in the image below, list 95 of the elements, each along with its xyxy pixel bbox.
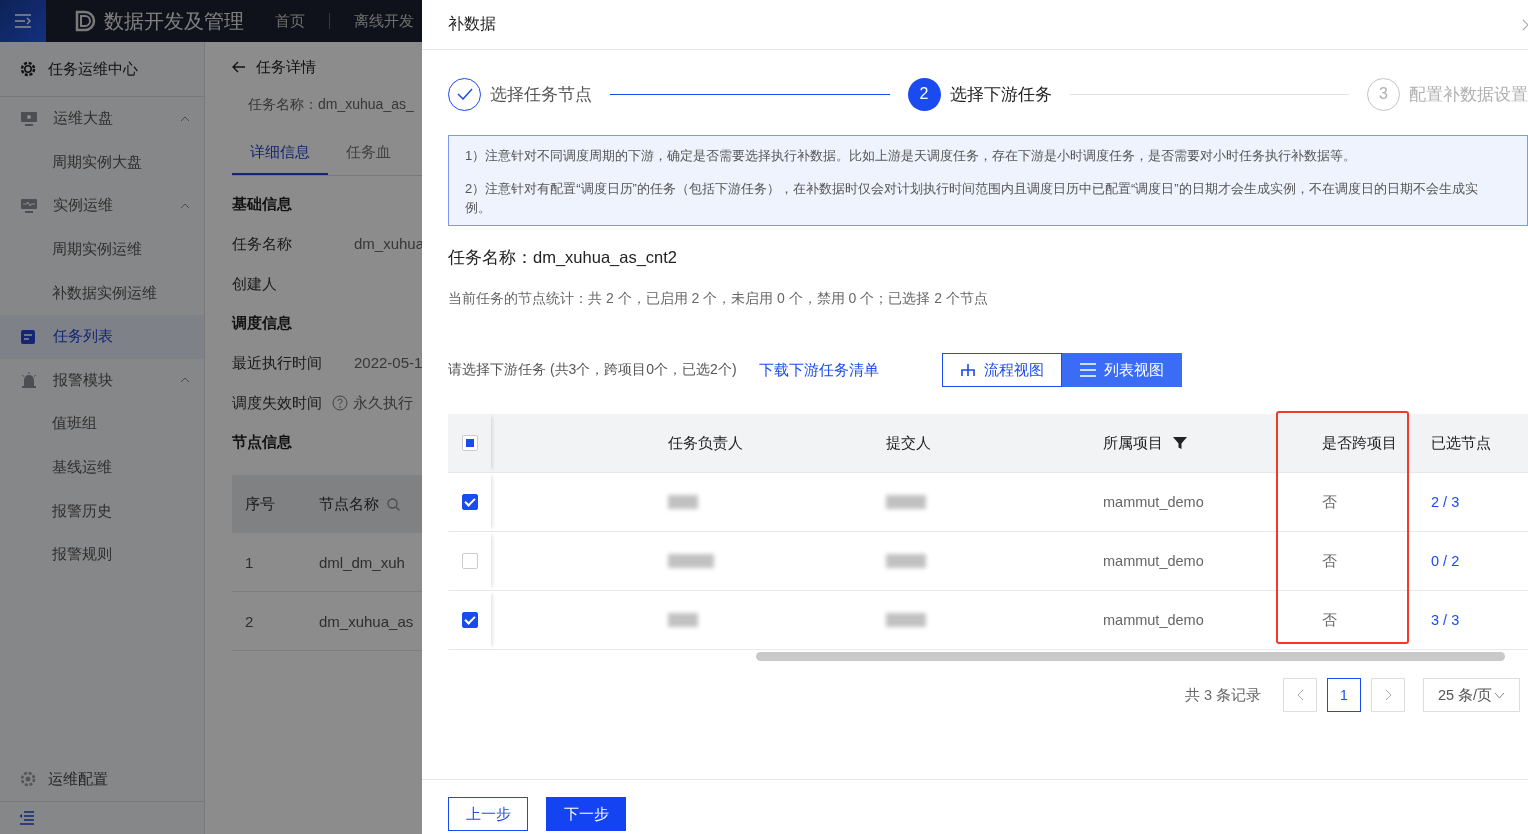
- sidebar-item[interactable]: 补数据实例运维: [0, 271, 204, 315]
- back-arrow-icon: [232, 61, 246, 73]
- table-cell-text: 1: [244, 553, 255, 571]
- drawer-title: 补数据: [448, 14, 496, 34]
- download-link[interactable]: 下载下游任务清单: [758, 360, 879, 380]
- column-header: 提交人: [886, 433, 931, 453]
- hierarchy-icon: [959, 363, 976, 377]
- page-size-select[interactable]: 25 条/页: [1423, 678, 1520, 712]
- table-cell-text: 2: [244, 612, 255, 630]
- table-cell-text: 否: [1322, 492, 1338, 512]
- field-label: 创建人: [232, 274, 278, 294]
- task-name: 任务名称：dm_xuhua_as_: [248, 95, 414, 114]
- monitor-icon: [20, 110, 38, 127]
- table-cell-text: 否: [1322, 610, 1338, 630]
- blurred-name: [668, 554, 714, 568]
- table-cell: dml_dm_xuh: [319, 553, 405, 571]
- sidebar-item[interactable]: 周期实例运维: [0, 227, 204, 272]
- tab[interactable]: 详细信息: [232, 143, 328, 175]
- blurred-name: [668, 613, 698, 627]
- page-title: 任务详情: [256, 57, 316, 77]
- scrollbar-thumb[interactable]: [756, 652, 1505, 661]
- checkbox[interactable]: [461, 612, 478, 628]
- section-title: 基础信息: [232, 194, 292, 214]
- blurred-name: [668, 495, 698, 509]
- next-button[interactable]: 下一步: [546, 797, 626, 831]
- table-cell-text: 否: [1322, 551, 1338, 571]
- check-icon: [456, 88, 473, 100]
- sidebar-item[interactable]: 报警模块: [0, 358, 204, 403]
- column-header: 任务负责人: [668, 433, 743, 453]
- chevron-right-icon: [1384, 689, 1392, 701]
- section-title: 节点信息: [232, 432, 292, 452]
- notice-text: 2）注意针对有配置“调度日历”的任务（包括下游任务），在补数据时仅会对计划执行时间范围内且调度日历中已配置“调度日”的日期才会生成实例，不在调度日的日期不会生成实例。: [465, 180, 1479, 217]
- collapse-icon: [19, 811, 35, 825]
- field-value: 永久执行: [353, 394, 413, 413]
- chevron-down-icon: [1494, 691, 1506, 699]
- sidebar-item[interactable]: 运维配置: [48, 769, 108, 789]
- sidebar-item[interactable]: 周期实例大盘: [0, 140, 204, 185]
- table-cell: dm_xuhua_as: [319, 612, 414, 630]
- notice-text: 1）注意针对不同调度周期的下游，确定是否需要选择执行补数据。比如上游是天调度任务，存在下游是小时调度任务，是否需要对小时任务执行补数据等。: [465, 147, 1358, 165]
- node-stats: 当前任务的节点统计：共 2 个，已启用 2 个，未启用 0 个，禁用 0 个；已选择 2 个节点: [448, 289, 989, 308]
- sidebar-item[interactable]: 报警规则: [0, 532, 204, 577]
- field-value: dm_xuhua: [354, 234, 425, 254]
- sidebar-item[interactable]: 实例运维: [0, 184, 204, 228]
- list-icon: [1079, 363, 1096, 377]
- nav-link[interactable]: 首页: [251, 11, 305, 31]
- step-label: 选择任务节点: [490, 83, 592, 106]
- menu-button[interactable]: [0, 0, 46, 42]
- section-title: 调度信息: [232, 313, 292, 333]
- chevron-left-icon: [1296, 689, 1304, 701]
- blurred-name: [886, 554, 926, 568]
- blurred-name: [886, 613, 926, 627]
- sidebar-header: 任务运维中心: [48, 59, 138, 79]
- column-header: 已选节点: [1431, 433, 1491, 453]
- logo-icon: [74, 9, 98, 33]
- menu-icon: [14, 13, 32, 29]
- record-count: 共 3 条记录: [1184, 685, 1261, 705]
- view-toggle[interactable]: 列表视图: [1061, 353, 1182, 387]
- nav-link[interactable]: 离线开发: [330, 11, 414, 31]
- column-header: 是否跨项目: [1322, 433, 1397, 453]
- selected-nodes-link[interactable]: 3 / 3: [1431, 612, 1528, 628]
- view-toggle[interactable]: 流程视图: [941, 353, 1062, 387]
- gear-icon: [20, 61, 36, 77]
- task-list-icon: [20, 328, 36, 345]
- sidebar-item[interactable]: 报警历史: [0, 489, 204, 533]
- pulse-icon: [20, 198, 38, 214]
- app-title: 数据开发及管理: [104, 8, 244, 34]
- selected-nodes-link[interactable]: 0 / 2: [1431, 553, 1528, 569]
- step-number: 2: [907, 77, 941, 111]
- column-header: 所属项目: [1103, 433, 1163, 453]
- field-value: 2022-05-1: [354, 353, 423, 373]
- sidebar-item[interactable]: 运维大盘: [0, 97, 204, 141]
- gear-icon: [20, 771, 36, 787]
- field-label: 任务名称: [232, 234, 293, 254]
- task-name: 任务名称：dm_xuhua_as_cnt2: [448, 247, 679, 268]
- checkbox[interactable]: [461, 494, 478, 510]
- search-icon: [387, 497, 400, 511]
- field-label: 最近执行时间: [232, 353, 323, 373]
- blurred-name: [886, 495, 926, 509]
- sidebar-item[interactable]: 任务列表: [0, 314, 204, 359]
- column-header: 序号: [244, 494, 276, 514]
- page-button[interactable]: 1: [1327, 678, 1361, 712]
- sidebar-item[interactable]: 基线运维: [0, 445, 204, 490]
- step-label: 选择下游任务: [949, 83, 1052, 106]
- table-cell-text: mammut_demo: [1103, 612, 1205, 628]
- table-cell-text: mammut_demo: [1103, 494, 1205, 510]
- tab[interactable]: 任务血: [328, 143, 424, 175]
- selected-nodes-link[interactable]: 2 / 3: [1431, 494, 1528, 510]
- sidebar-item[interactable]: 值班组: [0, 402, 204, 446]
- step-label: 配置补数据设置: [1409, 83, 1528, 106]
- table-cell-text: mammut_demo: [1103, 553, 1205, 569]
- back-button[interactable]: 上一步: [448, 797, 528, 831]
- column-header: 节点名称: [319, 494, 379, 514]
- alarm-icon: [20, 371, 38, 390]
- field-label: 调度失效时间: [232, 393, 323, 413]
- downstream-summary: 请选择下游任务 (共3个，跨项目0个，已选2个): [448, 361, 737, 379]
